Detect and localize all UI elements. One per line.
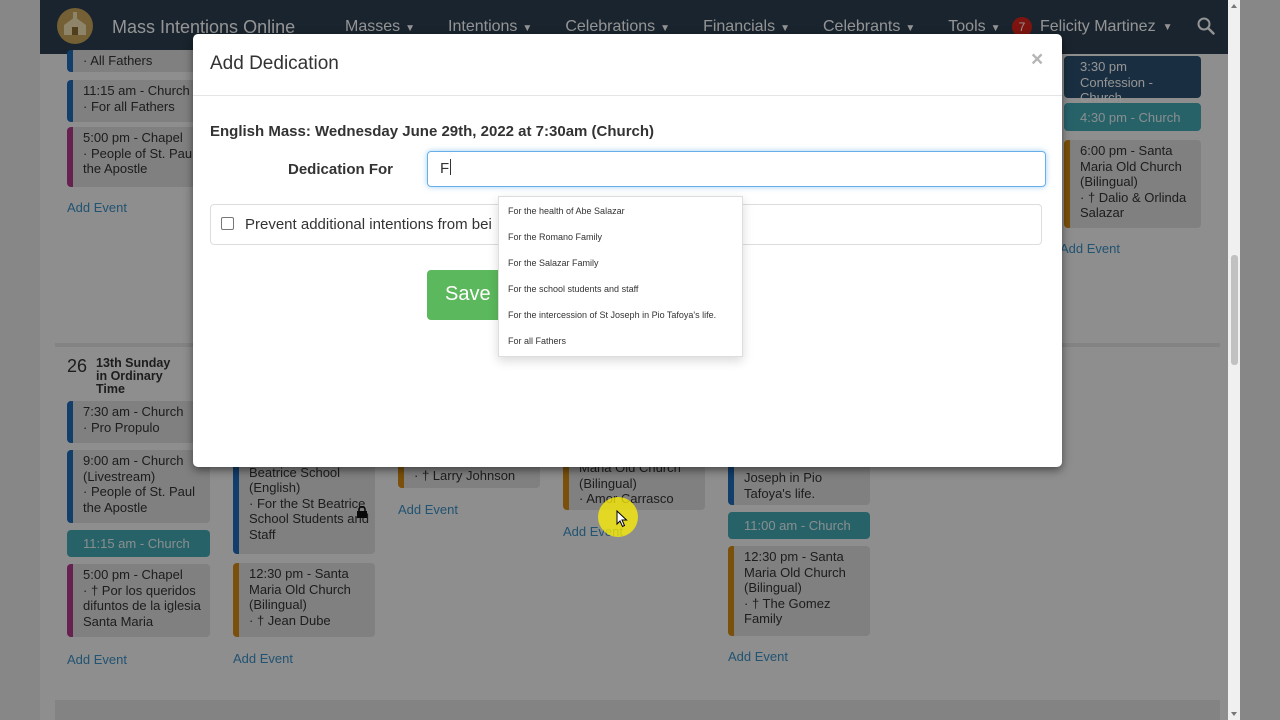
suggestion-item[interactable]: For the Salazar Family	[508, 258, 599, 268]
scroll-down-arrow-icon[interactable]	[1231, 711, 1237, 717]
prevent-additional-label[interactable]: Prevent additional intentions from bei	[245, 216, 492, 233]
dedication-label: Dedication For	[288, 161, 394, 178]
scrollbar-thumb[interactable]	[1231, 255, 1238, 365]
prevent-additional-checkbox[interactable]	[221, 217, 234, 230]
modal-header: Add Dedication ×	[193, 34, 1062, 96]
close-icon[interactable]: ×	[1031, 48, 1043, 72]
suggestion-item[interactable]: For the health of Abe Salazar	[508, 206, 625, 216]
dedication-suggestions: For the health of Abe Salazar For the Ro…	[498, 196, 743, 357]
dedication-input[interactable]: F	[427, 151, 1046, 187]
text-cursor	[450, 159, 452, 175]
suggestion-item[interactable]: For all Fathers	[508, 336, 566, 346]
suggestion-item[interactable]: For the intercession of St Joseph in Pio…	[508, 310, 716, 320]
suggestion-item[interactable]: For the school students and staff	[508, 284, 638, 294]
suggestion-item[interactable]: For the Romano Family	[508, 232, 602, 242]
dedication-input-value: F	[440, 160, 450, 177]
page-scrollbar[interactable]	[1228, 0, 1240, 720]
mass-title: English Mass: Wednesday June 29th, 2022 …	[210, 123, 655, 140]
scroll-up-arrow-icon[interactable]	[1231, 3, 1237, 9]
mouse-pointer-icon	[616, 510, 628, 528]
modal-title: Add Dedication	[210, 53, 339, 74]
